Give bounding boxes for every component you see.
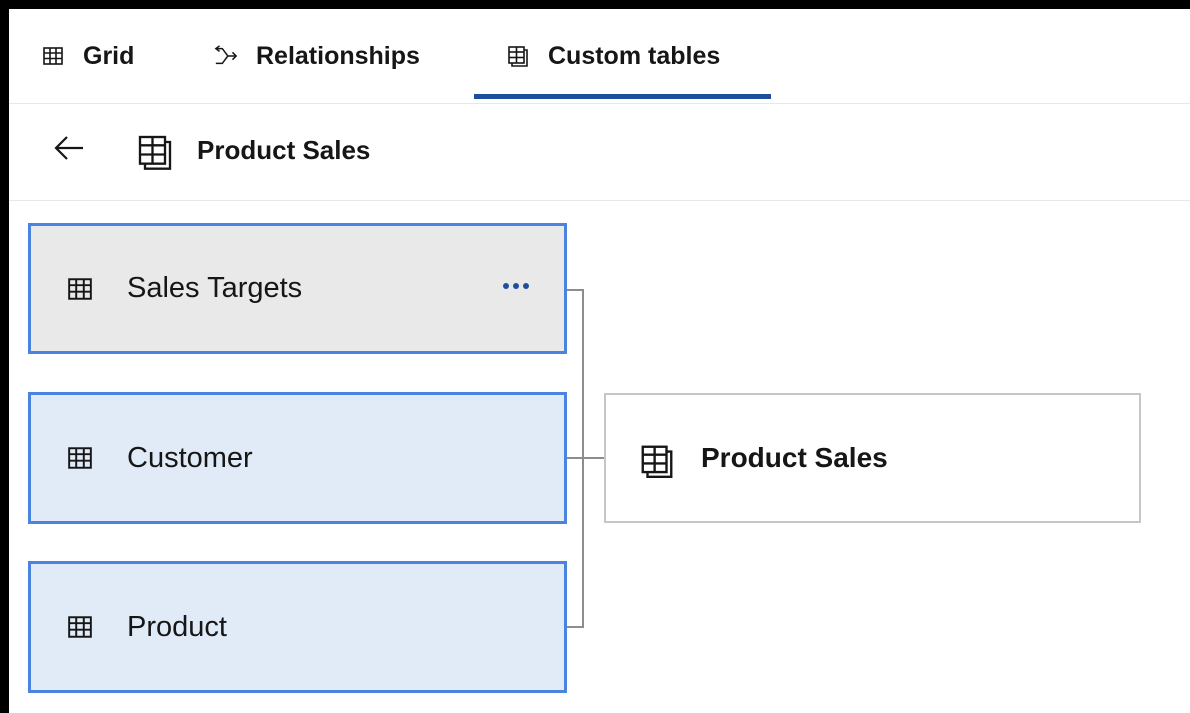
custom-table-icon xyxy=(135,132,175,172)
relationships-icon xyxy=(214,44,238,68)
overflow-menu-icon xyxy=(503,283,529,289)
node-label: Customer xyxy=(127,441,253,474)
source-node-customer[interactable]: Customer xyxy=(28,392,567,524)
table-icon xyxy=(67,614,93,640)
node-label: Product Sales xyxy=(701,442,888,473)
back-button[interactable] xyxy=(51,132,87,168)
table-icon xyxy=(67,445,93,471)
tab-relationships[interactable]: Relationships xyxy=(214,9,420,103)
custom-table-icon xyxy=(506,44,530,68)
tab-label: Grid xyxy=(83,41,135,70)
tab-bar: Grid Relationships Custom tables xyxy=(9,9,1190,104)
target-node-product-sales[interactable]: Product Sales xyxy=(604,393,1141,523)
page-header: Product Sales xyxy=(9,104,1190,201)
source-node-product[interactable]: Product xyxy=(28,561,567,693)
source-node-sales-targets[interactable]: Sales Targets xyxy=(28,223,567,354)
node-label: Sales Targets xyxy=(127,272,303,304)
active-tab-indicator xyxy=(474,94,771,99)
tab-label: Relationships xyxy=(256,41,420,70)
custom-table-icon xyxy=(638,442,676,480)
overflow-menu-button[interactable] xyxy=(498,274,534,298)
tab-label: Custom tables xyxy=(548,41,721,70)
tab-grid[interactable]: Grid xyxy=(41,9,134,103)
connector-lines xyxy=(567,289,604,628)
tab-custom-tables[interactable]: Custom tables xyxy=(506,9,720,103)
grid-icon xyxy=(41,44,65,68)
arrow-left-icon xyxy=(53,134,85,167)
page-title: Product Sales xyxy=(197,135,371,165)
node-label: Product xyxy=(127,610,227,643)
table-icon xyxy=(67,276,93,302)
